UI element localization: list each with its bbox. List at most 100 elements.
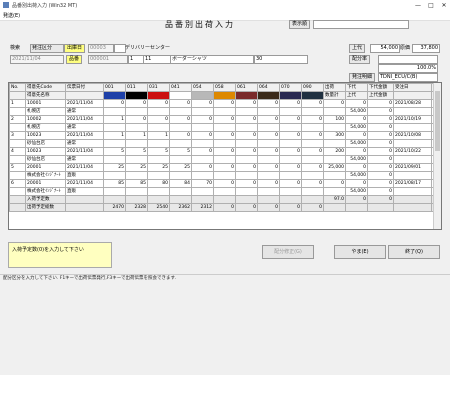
row-qty[interactable]: 200 <box>323 147 346 156</box>
blank[interactable] <box>393 187 432 196</box>
size-empty[interactable] <box>125 155 148 164</box>
size-qty[interactable]: 0 <box>213 179 236 188</box>
size-empty[interactable] <box>147 107 170 116</box>
customer-code[interactable]: 10002 <box>25 115 66 124</box>
size-qty[interactable]: 0 <box>235 131 258 140</box>
table-row-sub[interactable]: 札幌店 通常 54,000 0 <box>9 123 441 132</box>
size-empty[interactable] <box>279 139 302 148</box>
size-qty[interactable]: 0 <box>235 99 258 108</box>
row-retail-amount[interactable]: 0 <box>367 155 394 164</box>
row-number[interactable]: 5 <box>9 163 26 172</box>
slip-kind[interactable]: 通常 <box>65 155 104 164</box>
size-empty[interactable] <box>213 187 236 196</box>
size-empty[interactable] <box>147 139 170 148</box>
size-empty[interactable] <box>279 123 302 132</box>
product-sub-field[interactable]: 11 <box>143 55 171 64</box>
size-empty[interactable] <box>235 123 258 132</box>
size-empty[interactable] <box>103 139 126 148</box>
total-empty[interactable] <box>147 195 170 204</box>
size-empty[interactable] <box>169 171 192 180</box>
total-qty[interactable]: 97.0 <box>323 195 346 204</box>
order-date[interactable]: 2021/08/28 <box>393 99 432 108</box>
size-empty[interactable] <box>257 123 280 132</box>
size-qty[interactable]: 0 <box>235 147 258 156</box>
size-empty[interactable] <box>103 171 126 180</box>
size-qty[interactable]: 0 <box>301 179 324 188</box>
total-label-2[interactable]: 出荷予定総数 <box>25 203 66 212</box>
row-retail[interactable]: 54,000 <box>345 107 368 116</box>
size-empty[interactable] <box>191 107 214 116</box>
size-qty[interactable]: 0 <box>169 131 192 140</box>
total-size[interactable]: 2470 <box>103 203 126 212</box>
size-empty[interactable] <box>257 107 280 116</box>
row-qty[interactable]: 0 <box>323 179 346 188</box>
row-number[interactable]: 3 <box>9 131 26 140</box>
size-empty[interactable] <box>257 155 280 164</box>
customer-code[interactable]: 10023 <box>25 147 66 156</box>
size-empty[interactable] <box>169 187 192 196</box>
size-empty[interactable] <box>191 139 214 148</box>
order-date[interactable]: 2021/10/22 <box>393 147 432 156</box>
blank[interactable] <box>393 195 432 204</box>
row-checkbox[interactable] <box>9 139 26 148</box>
size-empty[interactable] <box>257 139 280 148</box>
row-amount[interactable]: 0 <box>367 163 394 172</box>
total-size[interactable]: 0 <box>301 203 324 212</box>
row-retail-amount[interactable]: 0 <box>367 139 394 148</box>
row-retail[interactable]: 54,000 <box>345 187 368 196</box>
size-qty[interactable]: 0 <box>301 163 324 172</box>
row-checkbox[interactable] <box>9 107 26 116</box>
slip-kind[interactable]: 通常 <box>65 139 104 148</box>
size-empty[interactable] <box>301 107 324 116</box>
row-retail-amount[interactable]: 0 <box>367 107 394 116</box>
size-empty[interactable] <box>213 155 236 164</box>
size-qty[interactable]: 25 <box>125 163 148 172</box>
size-qty[interactable]: 0 <box>257 179 280 188</box>
total-empty[interactable] <box>235 195 258 204</box>
size-empty[interactable] <box>169 155 192 164</box>
size-qty[interactable]: 0 <box>301 147 324 156</box>
row-price[interactable]: 0 <box>345 163 368 172</box>
row-qty[interactable]: 0 <box>323 99 346 108</box>
slip-date[interactable]: 2021/11/04 <box>65 163 104 172</box>
total-empty[interactable] <box>191 195 214 204</box>
size-qty[interactable]: 0 <box>169 99 192 108</box>
size-qty[interactable]: 0 <box>125 99 148 108</box>
row-qty[interactable]: 100 <box>323 115 346 124</box>
close-button[interactable]: ✕ <box>438 1 450 10</box>
size-qty[interactable]: 0 <box>235 163 258 172</box>
slip-date[interactable]: 2021/11/04 <box>65 115 104 124</box>
total-amount[interactable]: 0 <box>367 195 394 204</box>
total-label-1[interactable]: 入荷予定数 <box>25 195 66 204</box>
size-qty[interactable]: 25 <box>147 163 170 172</box>
size-qty[interactable]: 0 <box>257 99 280 108</box>
size-qty[interactable]: 85 <box>125 179 148 188</box>
table-row-sub[interactable]: 株式会社ｲﾝｼﾞﾅｰﾄ 直販 54,000 0 <box>9 187 441 196</box>
size-empty[interactable] <box>191 155 214 164</box>
row-qty[interactable]: 300 <box>323 131 346 140</box>
blank[interactable] <box>367 203 394 212</box>
size-qty[interactable]: 0 <box>191 163 214 172</box>
blank[interactable] <box>393 155 432 164</box>
order-date[interactable]: 2021/10/08 <box>393 131 432 140</box>
size-empty[interactable] <box>301 123 324 132</box>
size-qty[interactable]: 0 <box>213 131 236 140</box>
size-empty[interactable] <box>125 107 148 116</box>
customer-name[interactable]: 株式会社ｲﾝｼﾞﾅｰﾄ <box>25 171 66 180</box>
size-empty[interactable] <box>191 123 214 132</box>
row-price[interactable]: 0 <box>345 99 368 108</box>
row-qty-sub[interactable] <box>323 171 346 180</box>
size-qty[interactable]: 0 <box>279 163 302 172</box>
size-qty[interactable]: 0 <box>125 115 148 124</box>
size-qty[interactable]: 0 <box>169 115 192 124</box>
total-blank[interactable] <box>9 203 26 212</box>
size-empty[interactable] <box>169 123 192 132</box>
size-empty[interactable] <box>147 187 170 196</box>
display-order-select[interactable] <box>313 20 409 29</box>
distribute-button[interactable]: 配分修正(G) <box>262 245 314 259</box>
table-row[interactable]: 2 10002 2021/11/04 1 0 0 0 0 0 0 0 0 0 100 0 0 2021/10/1… <box>9 115 441 124</box>
total-blank[interactable] <box>65 203 104 212</box>
size-empty[interactable] <box>213 139 236 148</box>
slip-kind[interactable]: 通常 <box>65 107 104 116</box>
slip-kind[interactable]: 直販 <box>65 171 104 180</box>
